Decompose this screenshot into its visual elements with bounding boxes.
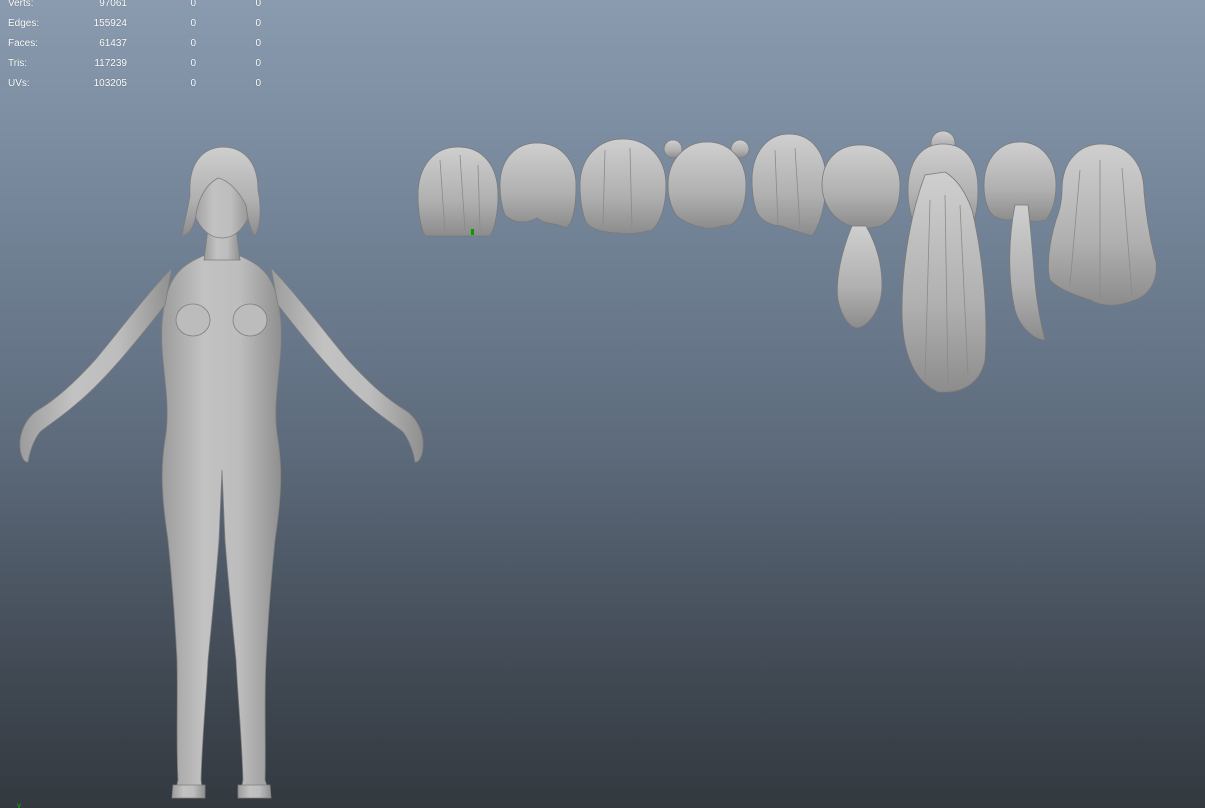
hair-model-6[interactable] bbox=[821, 144, 901, 329]
scene-canvas[interactable] bbox=[0, 0, 1205, 808]
hair-model-1[interactable] bbox=[417, 146, 499, 237]
axis-indicator-icon: y bbox=[17, 801, 21, 808]
hair-model-5[interactable] bbox=[751, 133, 827, 237]
body-model[interactable] bbox=[19, 146, 424, 799]
hair-model-3[interactable] bbox=[579, 138, 667, 235]
axis-label: y bbox=[17, 801, 21, 808]
maya-viewport[interactable]: Verts: 97061 0 0 Edges: 155924 0 0 Faces… bbox=[0, 0, 1205, 808]
hair-model-7[interactable] bbox=[901, 130, 987, 393]
selection-marker bbox=[471, 229, 474, 235]
hair-model-8[interactable] bbox=[983, 141, 1057, 341]
hair-model-4[interactable] bbox=[663, 139, 750, 229]
hair-model-9[interactable] bbox=[1048, 143, 1157, 306]
hair-model-2[interactable] bbox=[499, 142, 577, 229]
